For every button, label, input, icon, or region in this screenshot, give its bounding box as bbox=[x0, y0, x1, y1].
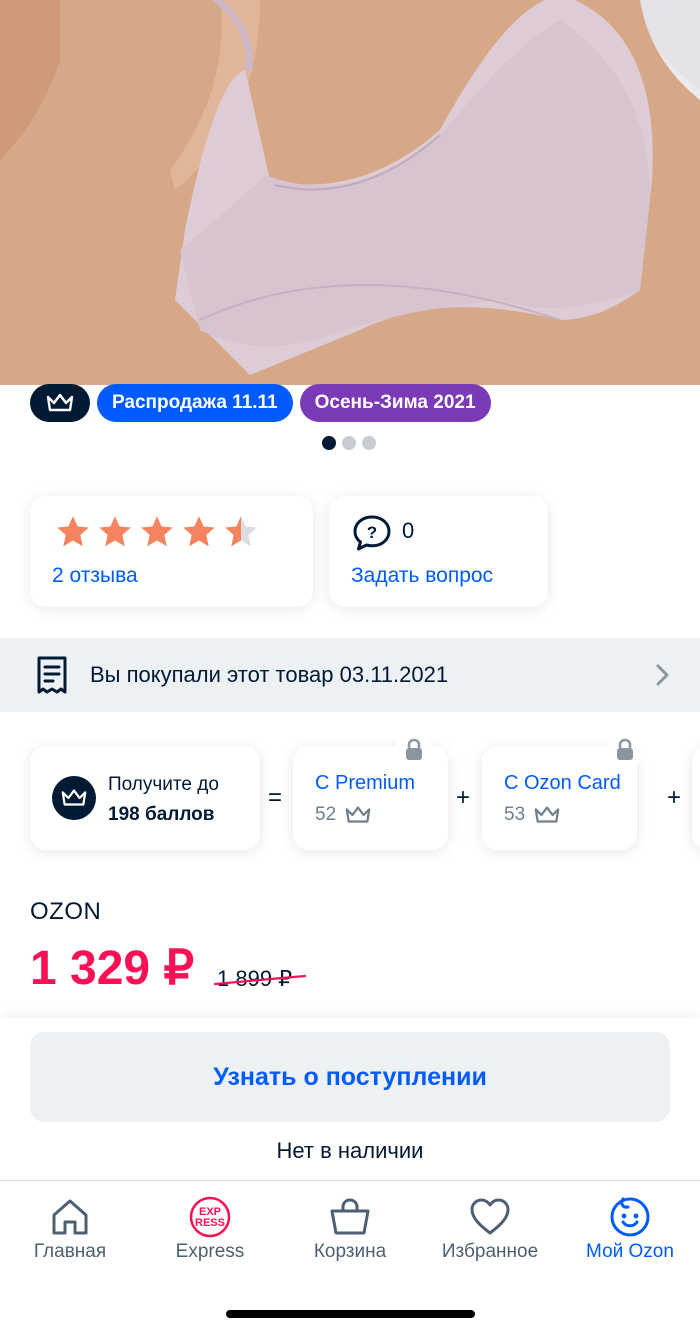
reviews-link[interactable]: 2 отзыва bbox=[52, 564, 138, 588]
chevron-right-icon bbox=[656, 664, 669, 686]
premium-badge[interactable] bbox=[30, 384, 90, 422]
action-panel: Узнать о поступлении Нет в наличии bbox=[0, 1018, 700, 1180]
premium-title: С Premium bbox=[315, 772, 416, 794]
crown-badge bbox=[52, 776, 96, 820]
ozon-card-bonus-card[interactable]: С Ozon Card 53 bbox=[482, 732, 643, 850]
tab-favorites[interactable]: Избранное bbox=[420, 1195, 560, 1263]
profile-face-icon bbox=[610, 1197, 650, 1237]
questions-card[interactable]: ? 0 Задать вопрос bbox=[329, 496, 548, 607]
express-icon: EXP RESS bbox=[189, 1196, 231, 1238]
crown-icon bbox=[61, 789, 87, 806]
tab-label: Корзина bbox=[313, 1241, 387, 1262]
lock-badge bbox=[607, 732, 643, 768]
basket-icon bbox=[330, 1198, 370, 1235]
crown-icon bbox=[534, 806, 560, 823]
premium-points-value: 52 bbox=[315, 804, 337, 825]
purchased-banner[interactable]: Вы покупали этот товар 03.11.2021 bbox=[0, 638, 700, 712]
home-icon bbox=[52, 1199, 88, 1235]
tab-my-ozon[interactable]: Мой Ozon bbox=[560, 1195, 700, 1263]
sale-badge[interactable]: Распродажа 11.11 bbox=[97, 384, 293, 422]
home-indicator bbox=[226, 1310, 475, 1318]
tab-label: Избранное bbox=[441, 1241, 539, 1262]
product-photo bbox=[0, 0, 700, 385]
premium-bonus-card[interactable]: С Premium 52 bbox=[293, 732, 448, 850]
bonus-points: 198 баллов bbox=[108, 804, 215, 825]
premium-points: 52 bbox=[315, 804, 372, 826]
lock-icon bbox=[617, 738, 633, 760]
tab-home[interactable]: Главная bbox=[0, 1195, 140, 1263]
questions-count: 0 bbox=[402, 518, 415, 543]
tab-label: Мой Ozon bbox=[586, 1241, 674, 1262]
pagination-dot[interactable] bbox=[322, 436, 336, 450]
crown-icon bbox=[46, 393, 74, 412]
svg-text:RESS: RESS bbox=[195, 1217, 225, 1229]
star-icon bbox=[141, 516, 173, 547]
star-icon bbox=[183, 516, 215, 547]
tab-cart[interactable]: Корзина bbox=[280, 1195, 420, 1263]
ozon-card-points-value: 53 bbox=[504, 804, 526, 825]
pagination-dot[interactable] bbox=[342, 436, 356, 450]
plus-sign: + bbox=[667, 784, 682, 811]
question-bubble-icon: ? bbox=[353, 515, 391, 551]
stock-status: Нет в наличии bbox=[276, 1138, 424, 1163]
tab-label: Express bbox=[175, 1241, 245, 1262]
product-badges: Распродажа 11.11 Осень-Зима 2021 bbox=[30, 384, 491, 422]
tab-label: Главная bbox=[33, 1241, 107, 1262]
product-image[interactable] bbox=[0, 0, 700, 385]
svg-text:?: ? bbox=[367, 523, 377, 542]
heart-icon bbox=[470, 1198, 510, 1235]
tab-express[interactable]: EXP RESS Express bbox=[140, 1195, 280, 1263]
lock-icon bbox=[406, 738, 422, 760]
plus-sign: + bbox=[456, 784, 471, 811]
ozon-card-title: С Ozon Card bbox=[504, 772, 621, 794]
half-star-icon bbox=[225, 516, 257, 547]
current-price: 1 329 ₽ bbox=[30, 942, 194, 995]
star-rating bbox=[55, 514, 259, 550]
star-icon bbox=[99, 516, 131, 547]
receipt-icon bbox=[37, 656, 67, 694]
lock-badge bbox=[396, 732, 432, 768]
season-badge[interactable]: Осень-Зима 2021 bbox=[299, 384, 491, 422]
bonus-label: Получите до bbox=[108, 774, 219, 795]
ozon-card-points: 53 bbox=[504, 804, 561, 826]
notify-arrival-button[interactable]: Узнать о поступлении bbox=[30, 1032, 670, 1122]
pagination-dot[interactable] bbox=[362, 436, 376, 450]
next-bonus-card[interactable] bbox=[692, 746, 700, 850]
star-icon bbox=[57, 516, 89, 547]
strikethrough-line bbox=[213, 974, 307, 986]
crown-icon bbox=[345, 806, 371, 823]
rating-card[interactable]: 2 отзыва bbox=[30, 496, 313, 607]
brand-name[interactable]: OZON bbox=[30, 898, 101, 926]
equals-sign: = bbox=[268, 784, 283, 811]
bonus-card[interactable]: Получите до 198 баллов bbox=[30, 746, 260, 850]
ask-question-link[interactable]: Задать вопрос bbox=[351, 564, 493, 588]
gallery-pagination bbox=[322, 436, 376, 450]
purchased-text: Вы покупали этот товар 03.11.2021 bbox=[90, 662, 449, 687]
